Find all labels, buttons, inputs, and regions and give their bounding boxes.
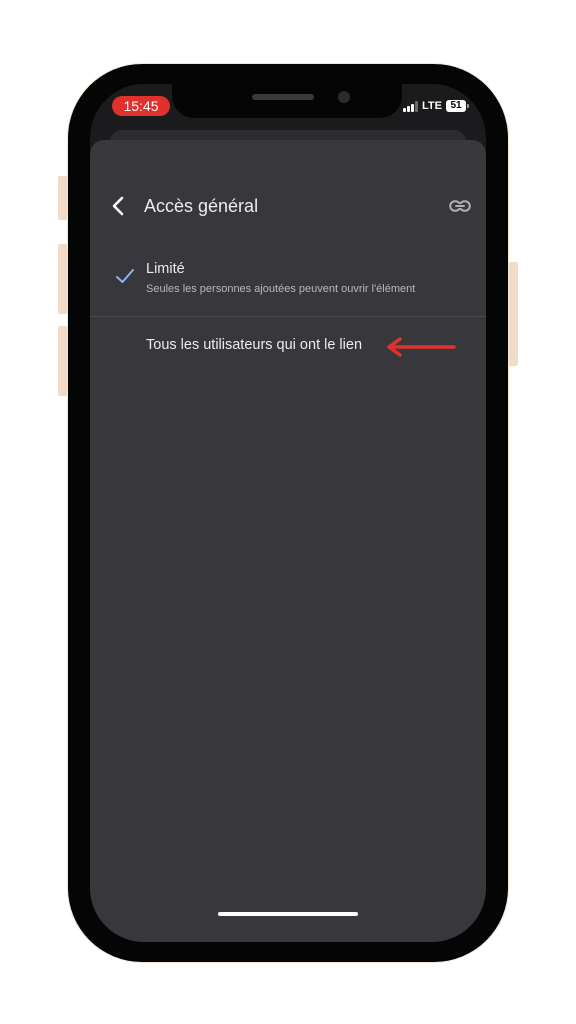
front-camera [338,91,350,103]
phone-frame: 15:45 LTE 51 Accès général Limité Seules… [68,64,508,962]
phone-screen: 15:45 LTE 51 Accès général Limité Seules… [90,84,486,942]
option-limited-title: Limité [146,261,185,277]
divider [90,316,486,317]
link-icon [449,200,471,212]
status-indicators: LTE 51 [403,98,469,114]
battery-icon: 51 [446,100,469,112]
back-button[interactable] [104,192,132,220]
notch [172,84,402,118]
chevron-left-icon [112,196,124,216]
option-limited[interactable]: Limité Seules les personnes ajoutées peu… [90,244,486,314]
option-anyone-title: Tous les utilisateurs qui ont le lien [146,337,363,353]
checkmark-icon [116,269,134,283]
copy-link-button[interactable] [446,192,474,220]
option-limited-subtitle: Seules les personnes ajoutées peuvent ou… [146,283,416,295]
general-access-sheet: Accès général Limité Seules les personne… [90,140,486,942]
network-label: LTE [422,100,442,112]
sheet-header: Accès général [90,188,486,224]
speaker [252,94,314,100]
page-title: Accès général [144,196,259,216]
option-anyone-with-link[interactable]: Tous les utilisateurs qui ont le lien [90,318,486,374]
battery-level: 51 [450,100,462,111]
status-time: 15:45 [112,96,170,116]
red-arrow-annotation [387,337,456,357]
home-indicator[interactable] [218,912,358,916]
signal-icon [403,100,419,112]
